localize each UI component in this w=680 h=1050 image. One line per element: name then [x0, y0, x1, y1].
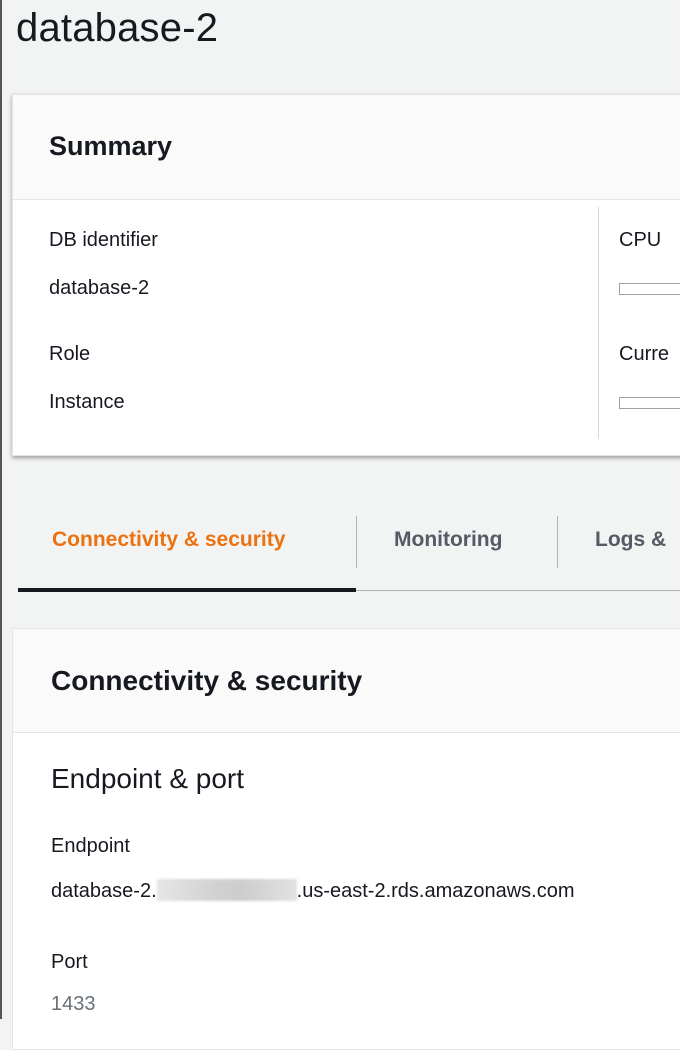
tab-monitoring[interactable]: Monitoring	[394, 528, 502, 552]
active-tab-indicator	[18, 588, 356, 592]
endpoint-suffix: .us-east-2.rds.amazonaws.com	[296, 880, 575, 902]
tab-logs-events[interactable]: Logs &	[595, 528, 666, 552]
role-label: Role	[49, 343, 91, 365]
endpoint-label: Endpoint	[51, 835, 130, 857]
connectivity-security-card: Connectivity & security Endpoint & port …	[12, 628, 680, 1050]
page-title: database-2	[16, 6, 219, 50]
summary-column-divider	[598, 207, 599, 439]
endpoint-port-heading: Endpoint & port	[51, 763, 245, 794]
detail-tabs: Connectivity & security Monitoring Logs …	[0, 506, 680, 594]
tab-separator	[356, 516, 357, 568]
cpu-usage-bar	[619, 283, 680, 295]
summary-title: Summary	[49, 131, 173, 161]
summary-details-column: DB identifier database-2 Role Instance	[13, 199, 597, 437]
summary-card: Summary DB identifier database-2 Role In…	[12, 94, 680, 456]
connectivity-title: Connectivity & security	[51, 665, 363, 696]
current-activity-label: Curre	[619, 343, 670, 365]
current-activity-bar	[619, 397, 680, 409]
db-identifier-label: DB identifier	[49, 229, 158, 251]
tab-separator	[557, 516, 558, 568]
port-label: Port	[51, 951, 88, 973]
connectivity-header: Connectivity & security	[13, 629, 680, 733]
tab-connectivity-security[interactable]: Connectivity & security	[52, 528, 285, 552]
redacted-endpoint-segment	[156, 879, 297, 901]
endpoint-value[interactable]: database-2. .us-east-2.rds.amazonaws.com	[51, 879, 575, 903]
endpoint-prefix: database-2.	[51, 880, 157, 902]
cpu-label: CPU	[619, 229, 662, 251]
role-value: Instance	[49, 391, 125, 413]
db-identifier-value: database-2	[49, 277, 150, 299]
port-value: 1433	[51, 993, 96, 1015]
summary-header: Summary	[13, 95, 680, 200]
